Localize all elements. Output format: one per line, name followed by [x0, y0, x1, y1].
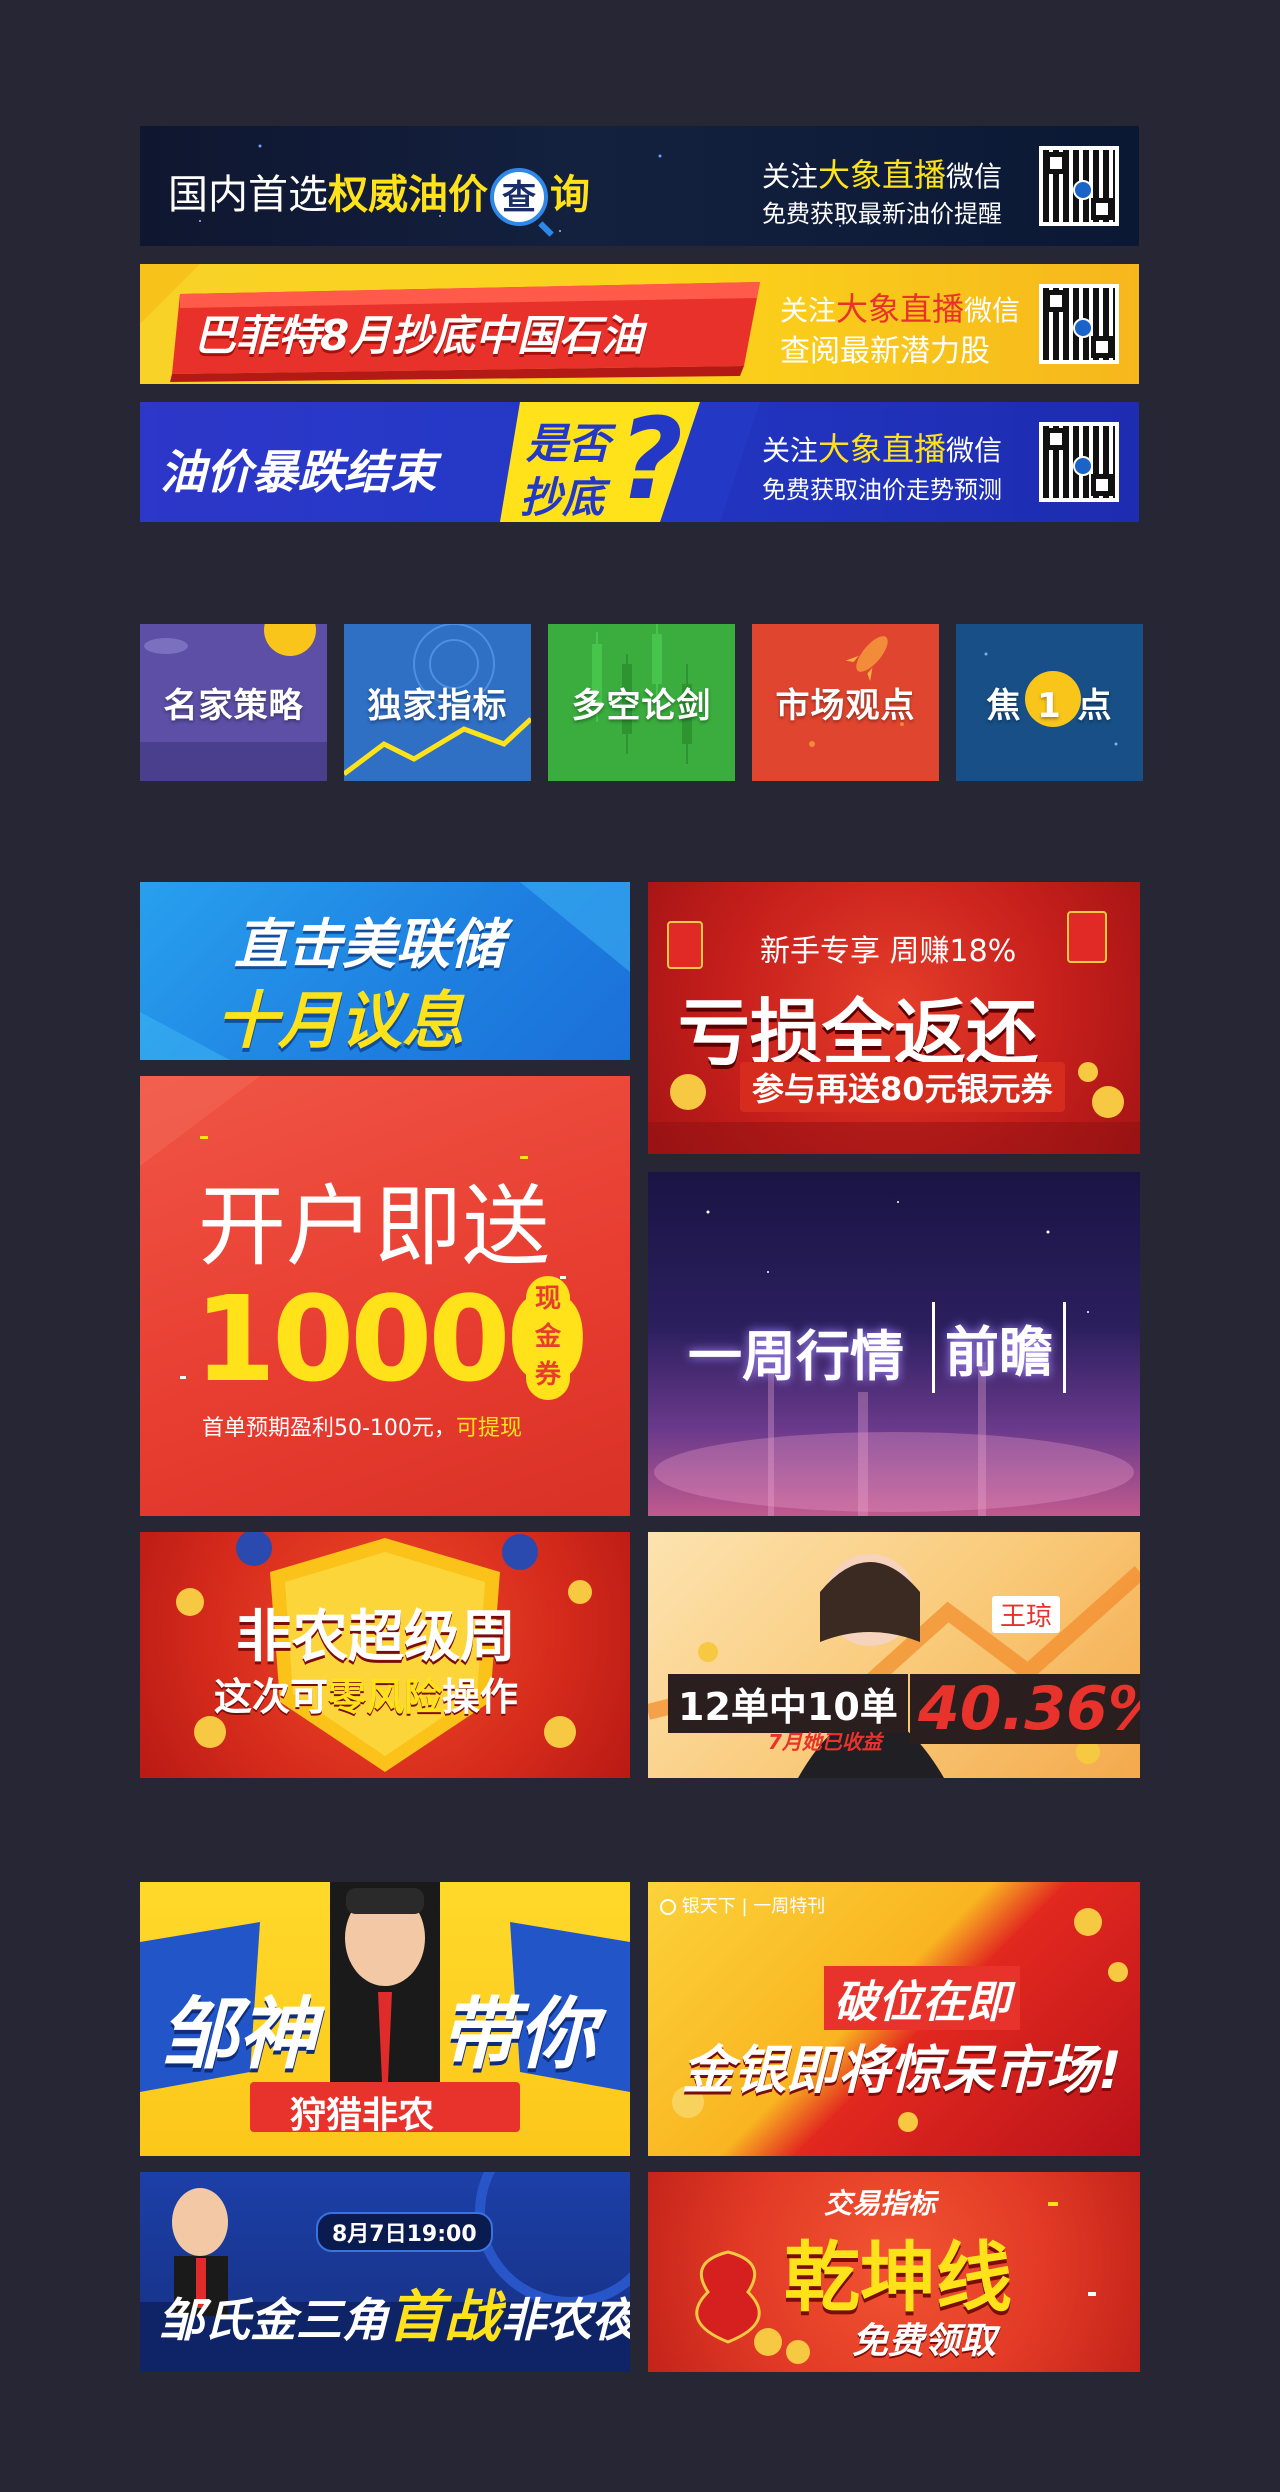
banner-collection-page: { "colors": { "page_bg": "#262635", "acc…	[0, 0, 1280, 2492]
qiankun-main: 乾坤线	[784, 2233, 1012, 2322]
open-account-title: 开户即送	[198, 1175, 551, 1278]
loss-refund-top: 新手专享 周赚18%	[760, 934, 1017, 969]
badge-char: 金	[534, 1322, 561, 1352]
note-highlight: 可提现	[455, 1416, 522, 1441]
qr-code-icon[interactable]	[1039, 146, 1119, 226]
tile-label: 市场观点	[775, 686, 916, 726]
line2-prefix: 这次可	[214, 1675, 329, 1719]
triangle-date: 8月7日19:00	[316, 2212, 493, 2252]
oil-crash-subline: 免费获取油价走势预测	[762, 476, 1002, 504]
follow-prefix: 关注	[762, 160, 819, 193]
trader-name: 王琼	[992, 1596, 1061, 1633]
zou-god-left: 邹神	[160, 1990, 317, 2080]
line2-suffix: 操作	[442, 1675, 519, 1719]
follow-prefix: 关注	[762, 434, 819, 467]
tile-label: 焦1点	[987, 678, 1113, 727]
line2-highlight: 零风险	[328, 1675, 443, 1719]
weekly-outlook-main: 一周行情	[688, 1325, 904, 1388]
silver-line1: 破位在即	[824, 1966, 1020, 2030]
loss-refund-banner[interactable]: 新手专享 周赚18% 亏损全返还 参与再送80元银元券	[648, 882, 1140, 1154]
fed-line1: 直击美联储	[234, 913, 504, 976]
question-bottom: 抄底	[520, 473, 605, 522]
follow-line: 关注大象直播微信	[780, 284, 1020, 330]
tile-label-prefix: 焦	[986, 686, 1022, 726]
nonfarm-week-banner[interactable]: 非农超级周 这次可零风险操作	[140, 1532, 630, 1778]
tile-label-badge: 1	[1037, 686, 1062, 726]
tile-label: 多空论剑	[571, 686, 712, 726]
question-mark: ?	[618, 402, 683, 522]
trader-record: 12单中10单	[668, 1674, 908, 1733]
nonfarm-line2: 这次可零风险操作	[214, 1666, 518, 1721]
tile-exclusive-indicators[interactable]: 独家指标	[344, 624, 531, 781]
loss-refund-bottom: 参与再送80元银元券	[740, 1062, 1065, 1112]
brand-name: 银天下	[681, 1896, 736, 1917]
question-top: 是否	[526, 419, 611, 468]
weekly-outlook-banner[interactable]: 一周行情 前瞻	[648, 1172, 1140, 1516]
open-account-banner[interactable]: 开户即送 10000 现 金 券 首单预期盈利50-100元，可提现	[140, 1076, 630, 1516]
triangle-highlight: 首战	[388, 2285, 500, 2350]
follow-brand: 大象直播	[818, 156, 947, 194]
tile-label-suffix: 点	[1077, 686, 1113, 726]
weekly-outlook-bracket: 前瞻	[932, 1302, 1066, 1393]
trader-percent: 40.36%	[910, 1674, 1140, 1744]
brand-logo-icon	[660, 1899, 676, 1915]
zou-god-nonfarm-banner[interactable]: 邹神 带你 狩猎非农	[140, 1882, 630, 2156]
oil-title-prefix: 国内首选	[168, 173, 328, 217]
follow-brand: 大象直播	[818, 430, 947, 468]
qr-code-icon[interactable]	[1039, 284, 1119, 364]
oil-price-query-banner[interactable]: 国内首选权威油价查询 关注大象直播微信 免费获取最新油价提醒	[140, 126, 1139, 246]
tile-label: 独家指标	[367, 686, 508, 726]
oil-title-suffix: 询	[550, 173, 590, 217]
oil-subline: 免费获取最新油价提醒	[762, 200, 1002, 228]
oil-title-highlight: 权威油价	[328, 173, 488, 217]
tile-bull-bear-debate[interactable]: 多空论剑	[548, 624, 735, 781]
badge-char: 现	[534, 1284, 561, 1314]
follow-prefix: 关注	[780, 294, 837, 327]
trader-performance-banner[interactable]: 王琼 12单中10单 7月她已收益 40.36%	[648, 1532, 1140, 1778]
buffett-subline: 查阅最新潜力股	[780, 334, 990, 369]
silver-world-banner[interactable]: 银天下 | 一周特刊 破位在即 金银即将惊呆市场!	[648, 1882, 1140, 2156]
brand-divider: |	[741, 1896, 748, 1917]
magnifier-icon: 查	[490, 168, 554, 238]
follow-line: 关注大象直播微信	[762, 424, 1002, 470]
fed-rate-decision-banner[interactable]: 直击美联储 十月议息	[140, 882, 630, 1060]
follow-suffix: 微信	[946, 434, 1003, 467]
fed-line2: 十月议息	[216, 984, 465, 1057]
oil-crash-bottom-banner[interactable]: 油价暴跌结束 是否 抄底 ? 关注大象直播微信 免费获取油价走势预测	[140, 402, 1139, 522]
triangle-prefix: 邹氏金三角	[158, 2293, 388, 2347]
cash-coupon-badge: 现 金 券	[526, 1276, 570, 1400]
oil-title-circle-char: 查	[502, 179, 536, 218]
oil-crash-title: 油价暴跌结束	[160, 445, 436, 499]
follow-line: 关注大象直播微信	[762, 150, 1002, 196]
tile-expert-strategy[interactable]: 名家策略	[140, 624, 327, 781]
zou-god-right: 带你	[440, 1990, 597, 2080]
triangle-title: 邹氏金三角首战非农夜	[158, 2272, 630, 2353]
buffett-petrochina-banner[interactable]: 巴菲特8月抄底中国石油 关注大象直播微信 查阅最新潜力股	[140, 264, 1139, 384]
follow-suffix: 微信	[964, 294, 1021, 327]
trader-month-note: 7月她已收益	[768, 1730, 882, 1754]
qiankun-line-banner[interactable]: 交易指标 乾坤线 免费领取	[648, 2172, 1140, 2372]
buffett-title: 巴菲特8月抄底中国石油	[194, 311, 644, 360]
follow-brand: 大象直播	[836, 290, 965, 328]
golden-triangle-banner[interactable]: 8月7日19:00 邹氏金三角首战非农夜	[140, 2172, 630, 2372]
tile-label: 名家策略	[163, 686, 304, 726]
zou-god-sub: 狩猎非农	[290, 2095, 435, 2136]
tile-focus-point[interactable]: 焦1点	[956, 624, 1143, 781]
follow-suffix: 微信	[946, 160, 1003, 193]
nonfarm-line1: 非农超级周	[236, 1605, 516, 1670]
silver-brand-line: 银天下 | 一周特刊	[660, 1892, 825, 1918]
badge-char: 券	[534, 1360, 561, 1390]
silver-line2: 金银即将惊呆市场!	[682, 2041, 1122, 2101]
qr-code-icon[interactable]	[1039, 422, 1119, 502]
qiankun-bottom: 免费领取	[852, 2321, 997, 2362]
triangle-suffix: 非农夜	[500, 2293, 630, 2347]
brand-tag: 一周特刊	[753, 1896, 826, 1917]
tile-market-views[interactable]: 市场观点	[752, 624, 939, 781]
open-account-note: 首单预期盈利50-100元，可提现	[202, 1410, 522, 1442]
note-prefix: 首单预期盈利50-100元，	[202, 1416, 456, 1441]
